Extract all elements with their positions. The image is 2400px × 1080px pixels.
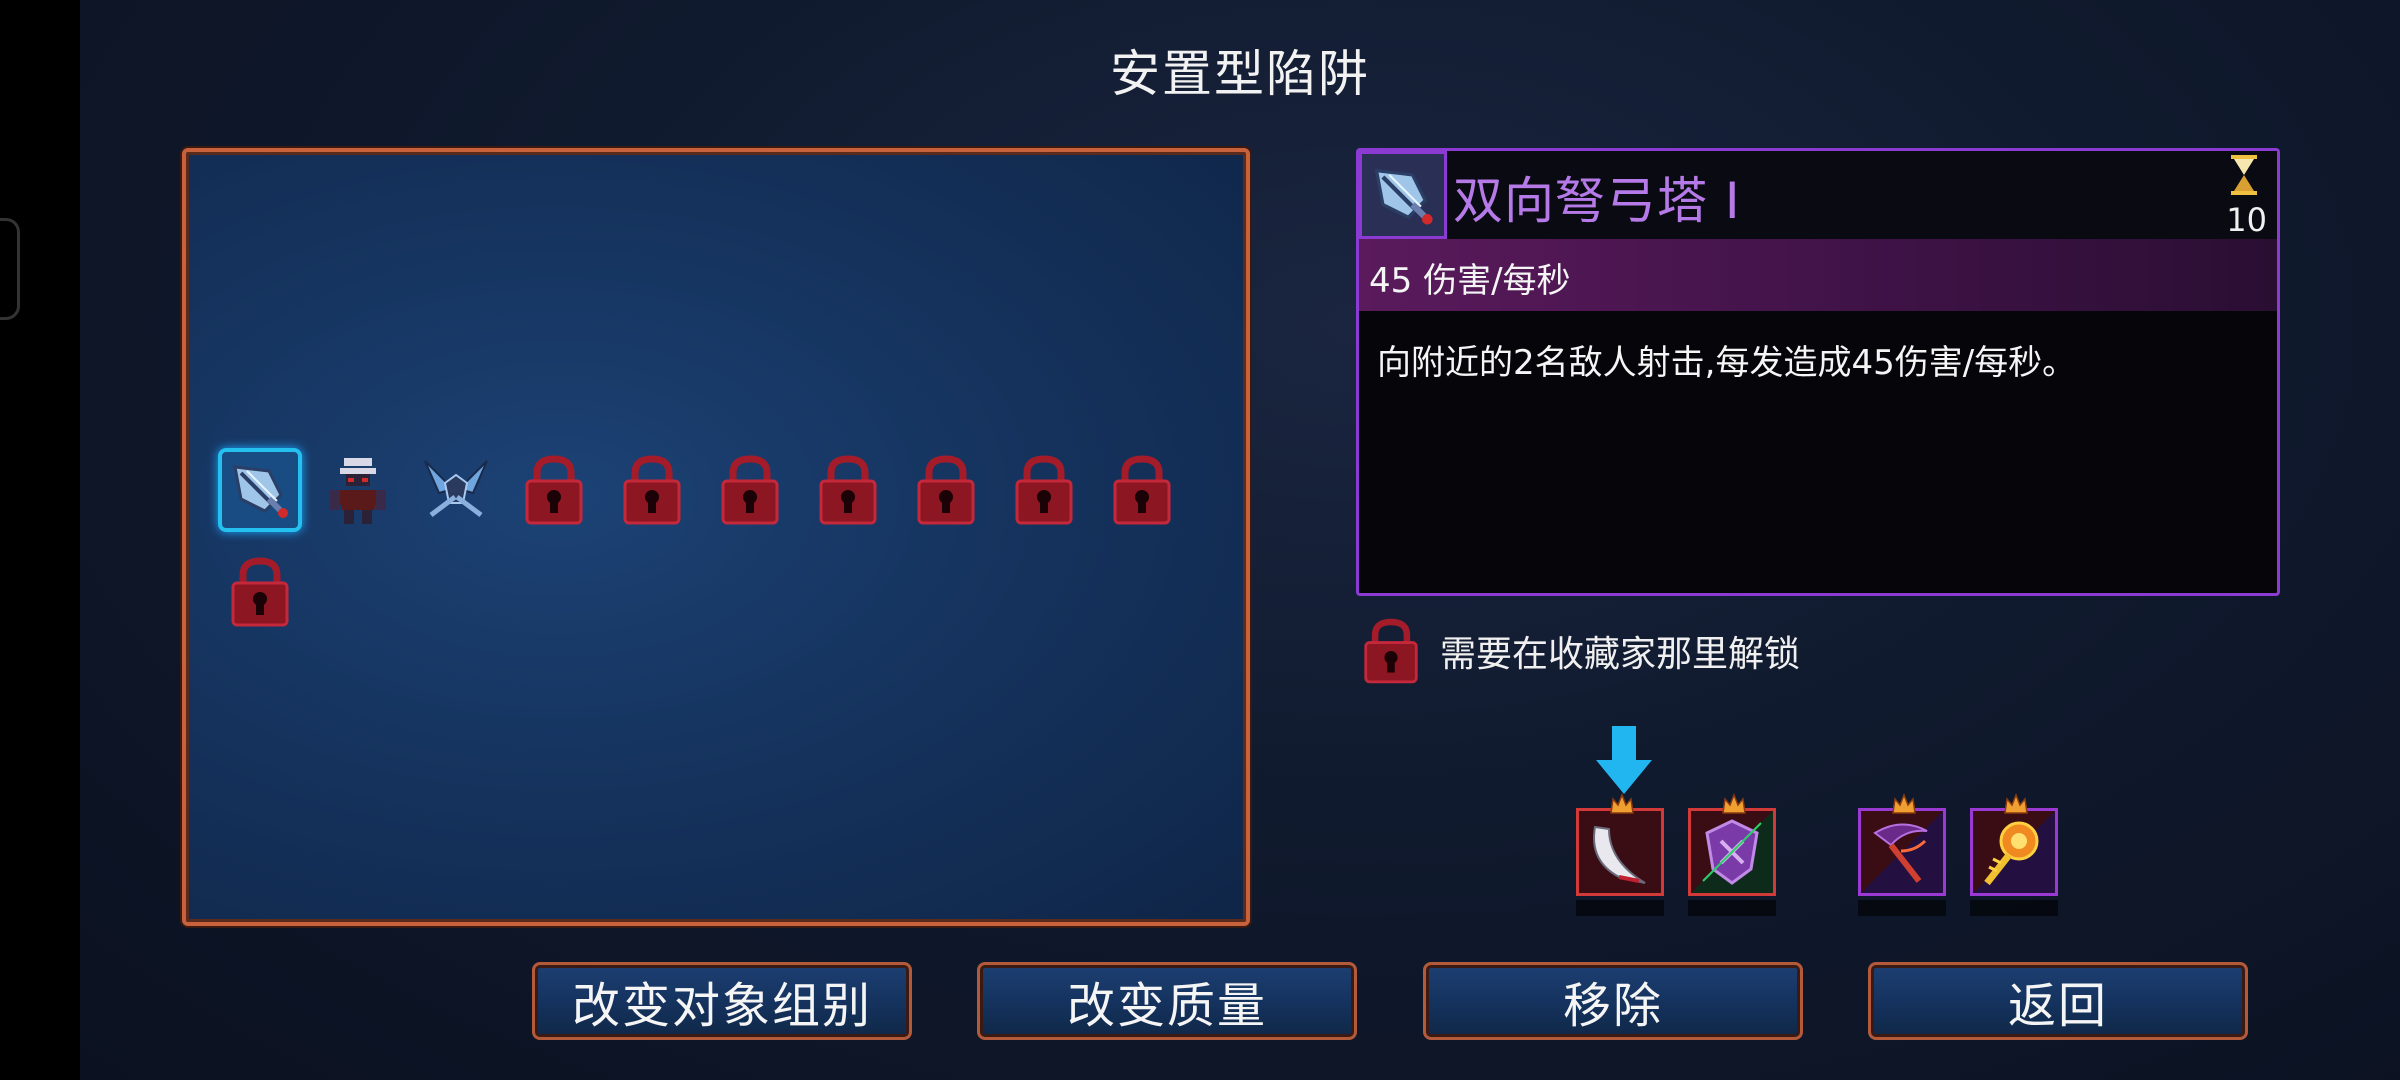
shield-tentacle-icon — [1702, 819, 1762, 885]
lock-icon — [525, 455, 583, 525]
unlock-requirement: 需要在收藏家那里解锁 — [1362, 616, 1800, 686]
crossbow-turret-icon — [1374, 168, 1433, 225]
bezel-notch — [0, 218, 20, 320]
grid-slot-locked[interactable] — [1002, 448, 1086, 532]
lock-icon — [1364, 618, 1418, 684]
mutation-slot-fire[interactable] — [1970, 793, 2058, 896]
slot-shadow — [1576, 900, 1664, 916]
change-quality-button[interactable]: 改变质量 — [977, 962, 1357, 1040]
lock-icon — [1015, 455, 1073, 525]
grid-slot-ninja[interactable] — [316, 448, 400, 532]
lock-icon — [917, 455, 975, 525]
unlock-requirement-text: 需要在收藏家那里解锁 — [1440, 634, 1801, 675]
page-title: 安置型陷阱 — [1110, 45, 1370, 103]
lock-icon — [231, 557, 289, 627]
lock-icon — [721, 455, 779, 525]
back-button[interactable]: 返回 — [1868, 962, 2248, 1040]
grid-slot-locked[interactable] — [1100, 448, 1184, 532]
item-stat: 45 伤害/每秒 — [1369, 261, 1571, 301]
blade-icon — [1593, 825, 1646, 884]
item-name: 双向弩弓塔 I — [1453, 172, 1741, 230]
crown-icon — [1892, 793, 1916, 814]
grid-slot-locked[interactable] — [610, 448, 694, 532]
ninja-trap-icon — [330, 458, 386, 524]
lock-icon — [819, 455, 877, 525]
grid-slot-locked[interactable] — [218, 550, 302, 634]
grid-slot-locked[interactable] — [708, 448, 792, 532]
remove-button[interactable]: 移除 — [1423, 962, 1803, 1040]
grid-slot-locked[interactable] — [806, 448, 890, 532]
grid-slot-wings[interactable] — [414, 448, 498, 532]
device-bezel — [0, 0, 80, 1080]
crown-icon — [1722, 793, 1746, 814]
grid-slot-locked[interactable] — [904, 448, 988, 532]
grid-slot-locked[interactable] — [512, 448, 596, 532]
wing-blades-icon — [424, 460, 488, 517]
slot-shadow — [1858, 900, 1946, 916]
stat-bar: 45 伤害/每秒 — [1359, 239, 2277, 311]
hourglass-icon — [2231, 155, 2257, 195]
mutation-slot-scythe[interactable] — [1858, 793, 1946, 896]
lock-icon — [623, 455, 681, 525]
crossbow-turret-icon — [233, 465, 288, 518]
crown-icon — [2004, 793, 2028, 814]
arrow-down-icon — [1596, 726, 1652, 794]
scythe-icon — [1873, 823, 1928, 883]
item-icon-frame — [1359, 151, 1447, 239]
slot-shadow — [1688, 900, 1776, 916]
mutation-slot-shield[interactable] — [1688, 793, 1776, 896]
blueprint-grid-panel — [182, 148, 1250, 926]
item-detail-panel: 双向弩弓塔 I 10 45 伤害/每秒 向附近的2名敌人射击,每发造成45伤害/… — [1356, 148, 2280, 596]
fire-burst-icon — [1984, 821, 2039, 886]
item-description: 向附近的2名敌人射击,每发造成45伤害/每秒。 — [1377, 343, 2077, 383]
detail-header: 双向弩弓塔 I 10 — [1359, 151, 2277, 239]
grid-slot-dual-crossbow[interactable] — [218, 448, 302, 532]
lock-icon — [1113, 455, 1171, 525]
crown-icon — [1610, 793, 1634, 814]
slot-shadow — [1970, 900, 2058, 916]
mutation-slot-blade[interactable] — [1576, 793, 1664, 896]
cell-cost: 10 — [2226, 201, 2267, 239]
change-group-button[interactable]: 改变对象组别 — [532, 962, 912, 1040]
